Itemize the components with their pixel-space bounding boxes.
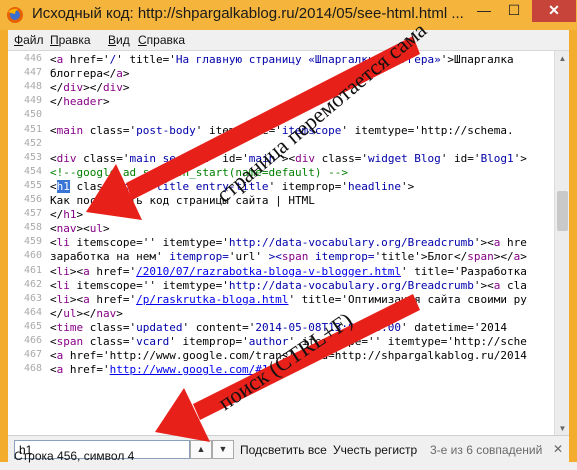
scroll-down-arrow-icon[interactable]: ▼: [555, 421, 569, 435]
code-line[interactable]: <li><a href='/2010/07/razrabotka-bloga-v…: [50, 265, 527, 278]
match-case-button[interactable]: Учесть регистр: [333, 443, 417, 457]
scrollbar-thumb[interactable]: [557, 191, 568, 231]
line-number: 456: [23, 194, 42, 205]
line-number: 459: [23, 236, 42, 248]
cursor-position-status: Строка 456, символ 4: [14, 449, 135, 463]
line-number: 466: [23, 335, 42, 346]
line-number: 448: [23, 81, 42, 93]
close-window-button[interactable]: ✕: [532, 0, 576, 22]
close-find-bar-icon[interactable]: ✕: [551, 442, 565, 456]
line-number: 462: [23, 278, 42, 290]
line-number: 464: [23, 306, 42, 318]
menu-help[interactable]: Справка: [138, 33, 185, 47]
code-line[interactable]: </h1>: [50, 208, 83, 221]
line-number: 457: [23, 208, 42, 220]
maximize-button[interactable]: ☐: [500, 0, 528, 22]
code-line[interactable]: </header>: [50, 95, 110, 108]
line-number: 451: [23, 123, 42, 135]
line-number-gutter: 446 447 448 449 450 451 452 453 454 455 456 457 458 4…: [8, 51, 46, 435]
code-line[interactable]: <li><a href='/p/raskrutka-bloga.html' ti…: [50, 293, 527, 306]
menu-bar: Файл Правка Вид Справка: [8, 30, 569, 50]
line-number: 450: [23, 109, 42, 121]
source-code[interactable]: <a href='/' title='На главную страницу «…: [50, 51, 552, 435]
menu-file-label: айл: [23, 33, 44, 47]
menu-help-label: правка: [146, 33, 186, 47]
line-number: 455: [23, 179, 42, 191]
code-line[interactable]: <a href='/' title='На главную страницу «…: [50, 53, 514, 66]
menu-edit[interactable]: Правка: [50, 33, 91, 47]
line-number: 465: [23, 320, 42, 332]
vertical-scrollbar[interactable]: ▲ ▼: [554, 51, 569, 435]
firefox-icon: [7, 7, 23, 23]
code-line[interactable]: <nav><ul>: [50, 222, 110, 235]
menu-view-accesskey: В: [108, 33, 117, 47]
line-number: 461: [23, 264, 42, 276]
code-line[interactable]: </div></div>: [50, 81, 130, 94]
code-line[interactable]: блоггера</a>: [50, 67, 129, 80]
minimize-button[interactable]: —: [470, 0, 498, 22]
highlight-all-button[interactable]: Подсветить все: [240, 443, 327, 457]
line-number: 460: [23, 250, 42, 262]
view-source-window: Файл Правка Вид Справка 446 447 448 449 450 4…: [8, 30, 569, 462]
menu-view-label: ид: [116, 33, 130, 47]
menu-edit-accesskey: П: [50, 33, 59, 47]
line-number: 468: [23, 363, 42, 375]
menu-edit-label: равка: [58, 33, 91, 47]
code-line[interactable]: Как посмотреть код страницы сайта | HTML: [50, 194, 315, 207]
code-line[interactable]: <li itemscope='' itemtype='http://data-v…: [50, 236, 527, 249]
line-number: 446: [23, 53, 42, 64]
line-number: 467: [23, 349, 42, 361]
menu-view[interactable]: Вид: [108, 33, 130, 47]
line-number: 458: [23, 222, 42, 234]
line-number: 453: [23, 151, 42, 163]
code-line[interactable]: <time class='updated' content='2014-05-0…: [50, 321, 507, 334]
status-bar: Строка 456, символ 4: [0, 449, 577, 470]
line-number: 449: [23, 95, 42, 107]
find-match-count: 3-е из 6 совпадений: [430, 443, 543, 457]
source-view[interactable]: 446 447 448 449 450 451 452 453 454 455 456 457 458 4…: [8, 50, 569, 435]
scroll-up-arrow-icon[interactable]: ▲: [555, 51, 569, 66]
find-next-button[interactable]: ▼: [212, 440, 234, 459]
code-line[interactable]: <!--google_ad_section_start(name=default…: [50, 166, 348, 179]
code-line[interactable]: </ul></nav>: [50, 307, 123, 320]
line-number: 452: [23, 137, 42, 149]
code-line[interactable]: <li itemscope='' itemtype='http://data-v…: [50, 279, 527, 292]
menu-help-accesskey: С: [138, 33, 147, 47]
line-number: 463: [23, 292, 42, 304]
find-previous-button[interactable]: ▲: [190, 440, 212, 459]
line-number: 447: [23, 67, 42, 79]
window-title: Исходный код: http://shpargalkablog.ru/2…: [32, 5, 464, 22]
menu-file-accesskey: Ф: [14, 33, 24, 47]
line-number: 454: [23, 165, 42, 177]
title-bar[interactable]: Исходный код: http://shpargalkablog.ru/2…: [0, 0, 577, 30]
code-line[interactable]: заработка на нем' itemprop='url' ><span …: [50, 250, 527, 263]
menu-file[interactable]: Файл: [14, 33, 44, 47]
